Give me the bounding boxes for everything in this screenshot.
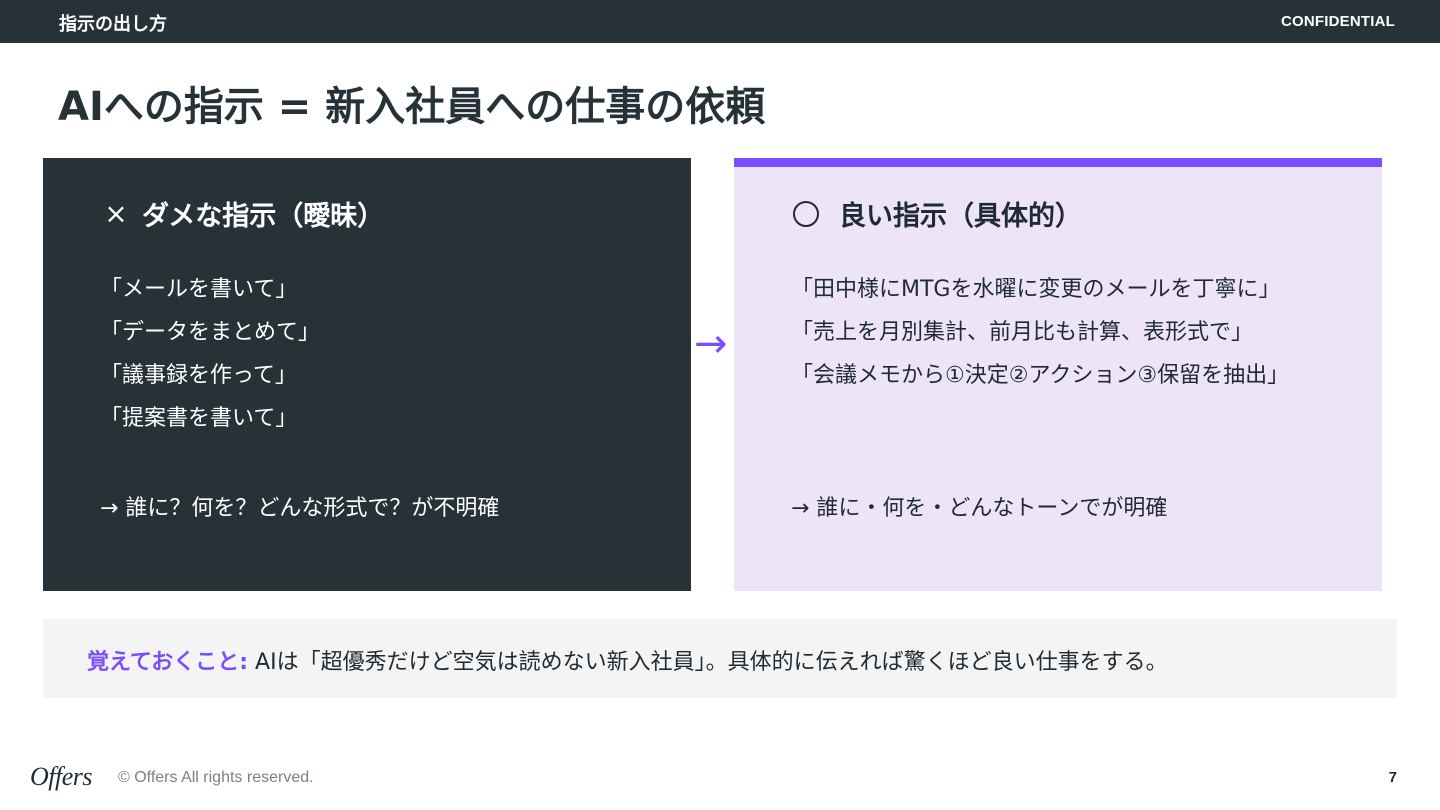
bad-quote-item: 「データをまとめて」	[100, 320, 321, 345]
bad-quote-item: 「議事録を作って」	[100, 363, 297, 388]
copyright: © Offers All rights reserved.	[118, 769, 314, 786]
offers-logo: Offers	[30, 762, 93, 791]
memo-text: 覚えておくこと: AIは「超優秀だけど空気は読めない新入社員」。具体的に伝えれば…	[87, 644, 1168, 676]
circle-icon	[793, 200, 819, 227]
bad-quote-list: 「メールを書いて」 「データをまとめて」 「議事録を作って」 「提案書を書いて」	[100, 268, 640, 440]
good-conclusion: → 誰に・何を・どんなトーンでが明確	[791, 496, 1168, 521]
bad-heading-text: ダメな指示（曖昧）	[142, 201, 385, 232]
good-quote-list: 「田中様にMTGを水曜に変更のメールを丁寧に」 「売上を月別集計、前月比も計算、…	[791, 268, 1321, 397]
bad-instruction-card: × ダメな指示（曖昧） 「メールを書いて」 「データをまとめて」 「議事録を作っ…	[43, 158, 691, 591]
memo-box: 覚えておくこと: AIは「超優秀だけど空気は読めない新入社員」。具体的に伝えれば…	[43, 619, 1397, 698]
good-card-heading: 良い指示（具体的）	[791, 194, 1082, 233]
section-label: 指示の出し方	[59, 14, 167, 35]
bad-quote-item: 「提案書を書いて」	[100, 406, 298, 431]
bad-quote-item: 「メールを書いて」	[100, 277, 298, 302]
top-bar: 指示の出し方 CONFIDENTIAL	[0, 0, 1440, 43]
good-quote-item: 「会議メモから①決定②アクション③保留を抽出」	[791, 363, 1290, 388]
memo-label: 覚えておくこと:	[87, 650, 249, 675]
confidential-label: CONFIDENTIAL	[1280, 13, 1395, 30]
page-title: AIへの指示 = 新入社員への仕事の依頼	[58, 84, 766, 130]
good-quote-item: 「田中様にMTGを水曜に変更のメールを丁寧に」	[791, 277, 1281, 302]
good-instruction-card: 良い指示（具体的） 「田中様にMTGを水曜に変更のメールを丁寧に」 「売上を月別…	[734, 158, 1382, 591]
cross-icon: ×	[104, 197, 128, 230]
good-quote-item: 「売上を月別集計、前月比も計算、表形式で」	[791, 320, 1254, 345]
memo-body: AIは「超優秀だけど空気は読めない新入社員」。具体的に伝えれば驚くほど良い仕事を…	[248, 650, 1168, 675]
bad-conclusion: → 誰に？何を？どんな形式で？が不明確	[100, 496, 500, 521]
arrow-right-icon: →	[694, 321, 728, 367]
bad-card-heading: × ダメな指示（曖昧）	[100, 194, 384, 233]
good-heading-text: 良い指示（具体的）	[839, 201, 1082, 232]
page-number: 7	[1388, 769, 1397, 786]
